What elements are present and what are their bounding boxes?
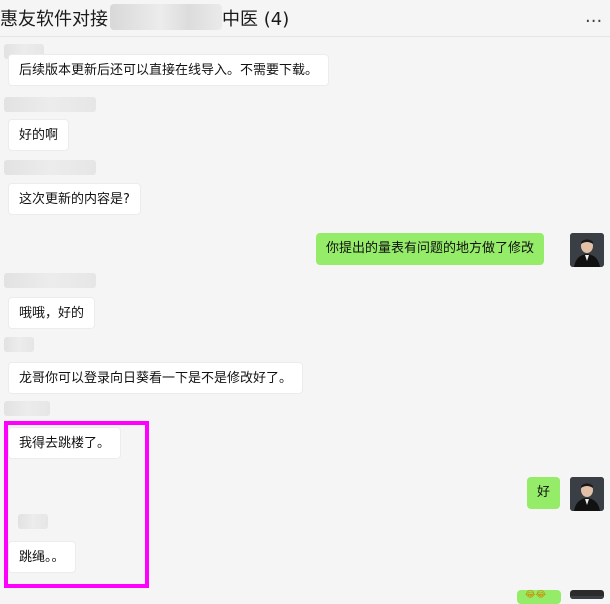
chat-title-prefix: 惠友软件对接 xyxy=(0,9,108,30)
chat-title-suffix: 中医 (4) xyxy=(222,9,290,30)
message-bubble-outgoing[interactable]: 好 xyxy=(527,477,561,509)
avatar-portrait-icon xyxy=(570,233,604,267)
message-bubble[interactable]: 龙哥你可以登录向日葵看一下是不是修改好了。 xyxy=(8,362,304,394)
message-bubble[interactable]: 我得去跳楼了。 xyxy=(8,427,122,459)
message-bubble[interactable]: 这次更新的内容是? xyxy=(8,183,141,215)
redacted-sender-name xyxy=(4,401,50,416)
user-avatar[interactable] xyxy=(570,477,604,511)
message-bubble[interactable]: 跳绳。。 xyxy=(8,541,76,573)
redacted-sender-name xyxy=(4,160,96,175)
redacted-sender-name xyxy=(4,273,96,288)
user-avatar[interactable] xyxy=(570,590,604,599)
more-dots-icon[interactable]: ... xyxy=(585,8,602,26)
message-bubble[interactable]: 哦哦，好的 xyxy=(8,297,96,329)
redacted-title-segment xyxy=(110,4,222,30)
redacted-sender-name xyxy=(18,514,48,529)
redacted-sender-name xyxy=(4,97,96,112)
message-bubble[interactable]: 好的啊 xyxy=(8,119,70,151)
avatar-portrait-icon xyxy=(570,477,604,511)
message-bubble-outgoing[interactable]: 你提出的量表有问题的地方做了修改 xyxy=(316,233,545,265)
chat-header: 惠友软件对接 中医 (4) ... xyxy=(0,0,610,37)
redacted-sender-name xyxy=(4,337,34,352)
message-bubble[interactable]: 后续版本更新后还可以直接在线导入。不需要下载。 xyxy=(8,54,330,86)
user-avatar[interactable] xyxy=(570,233,604,267)
